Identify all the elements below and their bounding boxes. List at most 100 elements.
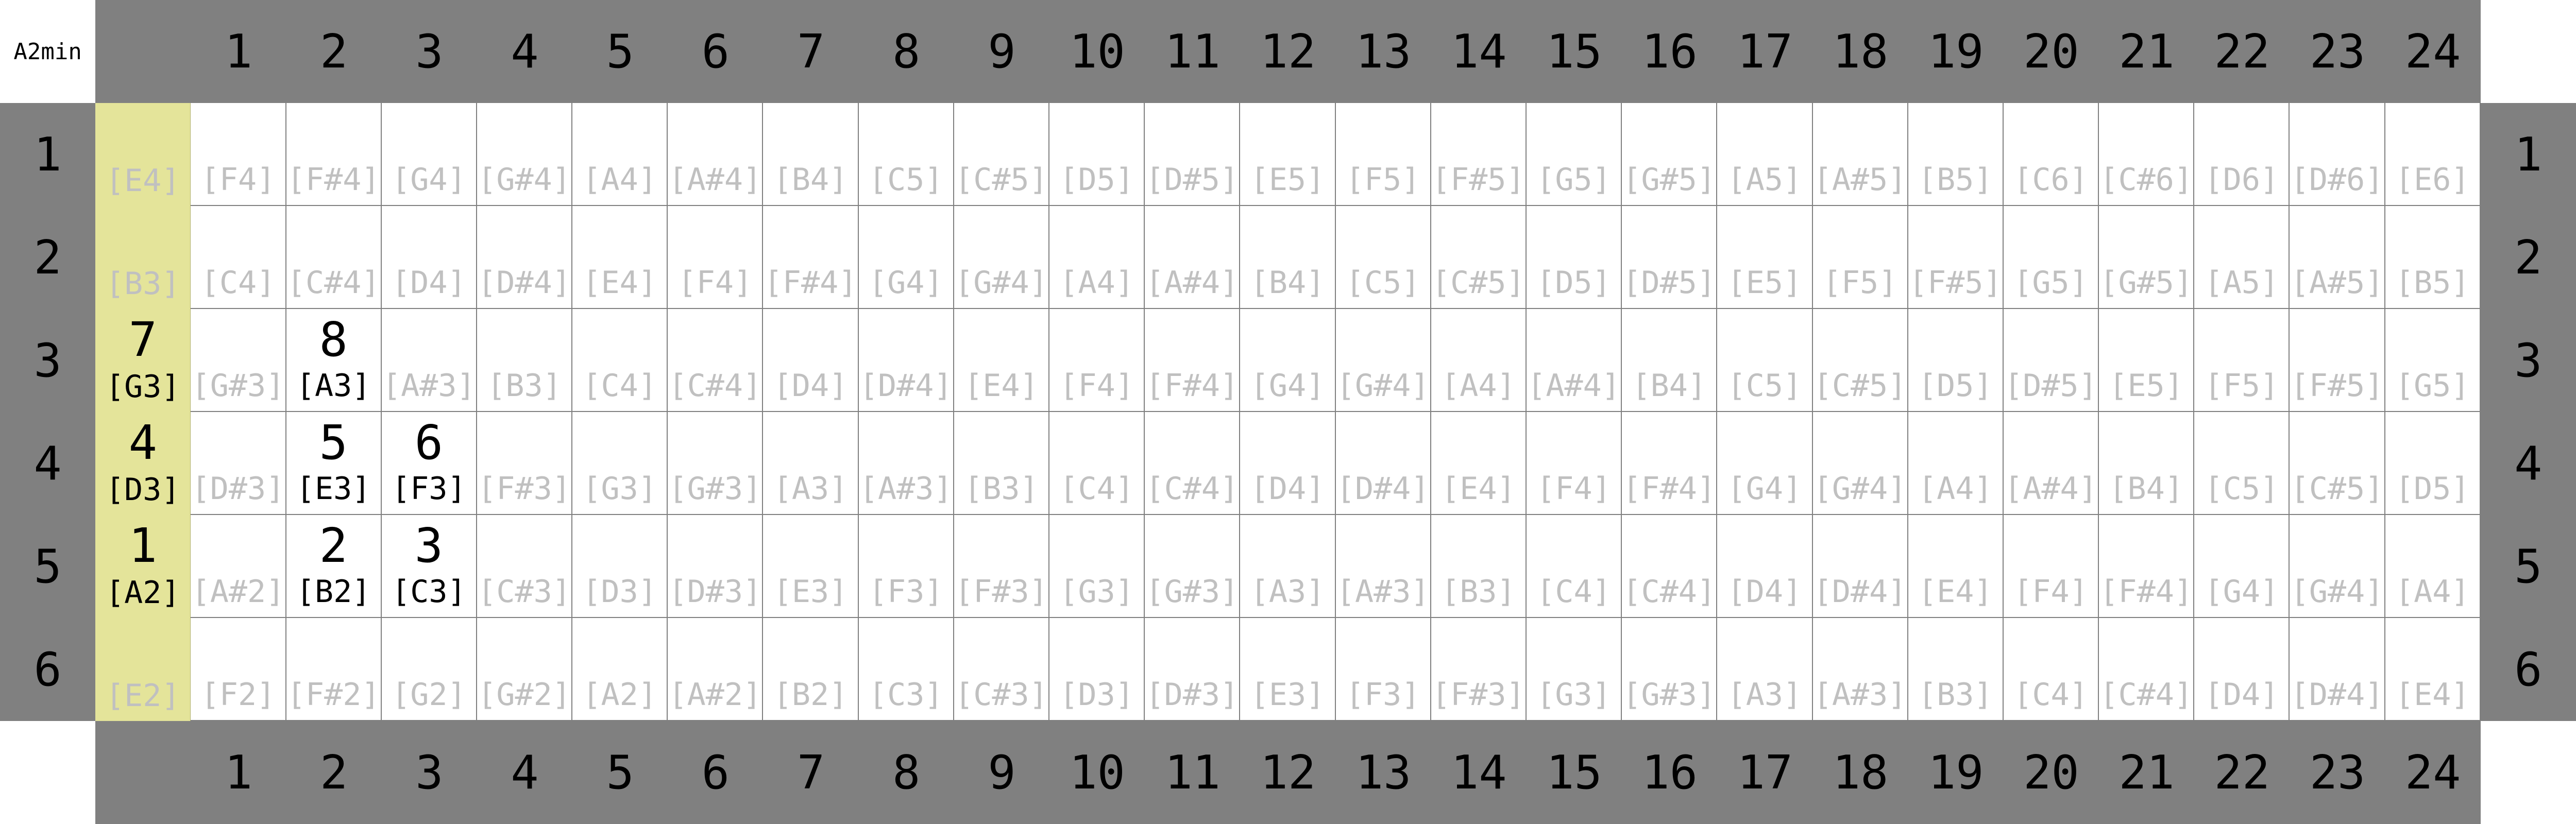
fret-cell[interactable]: [F#5] <box>2290 309 2385 412</box>
fret-cell[interactable]: [D4] <box>1717 515 1813 618</box>
fret-cell[interactable]: [G5] <box>1526 103 1622 206</box>
fret-cell[interactable]: [C5] <box>858 103 954 206</box>
fret-cell[interactable]: [G#5] <box>1622 103 1718 206</box>
fret-cell[interactable]: [D#5] <box>1145 103 1241 206</box>
fret-cell[interactable]: [F#3] <box>477 412 573 515</box>
fret-cell[interactable]: [A5] <box>1717 103 1813 206</box>
fret-cell[interactable]: [E4] <box>1908 515 2004 618</box>
fret-cell[interactable]: [E2] <box>95 618 191 721</box>
fret-cell[interactable]: [E4] <box>954 309 1050 412</box>
fret-cell[interactable]: [G2] <box>381 618 477 721</box>
fret-cell[interactable]: [D5] <box>1049 103 1145 206</box>
fret-cell[interactable]: [C4] <box>191 206 286 309</box>
fret-cell[interactable]: [C#4] <box>1622 515 1718 618</box>
fret-cell[interactable]: [C#5] <box>954 103 1050 206</box>
fret-cell[interactable]: [D#3] <box>1145 618 1241 721</box>
fret-cell[interactable]: [A2] <box>572 618 668 721</box>
fret-cell[interactable]: [A4] <box>1049 206 1145 309</box>
fret-cell[interactable]: [A#3] <box>1335 515 1431 618</box>
fret-cell[interactable]: [F3] <box>1335 618 1431 721</box>
fret-cell[interactable]: [C#5] <box>1812 309 1908 412</box>
fret-cell[interactable]: [B4] <box>2099 412 2195 515</box>
fret-cell[interactable]: [F4] <box>668 206 764 309</box>
fret-cell[interactable]: [G#4] <box>954 206 1050 309</box>
fret-cell[interactable]: [F#4] <box>2099 515 2195 618</box>
fret-cell[interactable]: [A4] <box>1908 412 2004 515</box>
fret-cell[interactable]: [A4] <box>572 103 668 206</box>
fret-cell[interactable]: [C5] <box>1717 309 1813 412</box>
fret-cell[interactable]: [A3] <box>1717 618 1813 721</box>
fret-cell[interactable]: [A#3] <box>381 309 477 412</box>
fret-cell[interactable]: [E3] <box>763 515 859 618</box>
fret-cell[interactable]: [G#5] <box>2099 206 2195 309</box>
fret-cell[interactable]: [F#3] <box>1431 618 1527 721</box>
fret-cell[interactable]: [G5] <box>2003 206 2099 309</box>
fret-cell[interactable]: [C#3] <box>954 618 1050 721</box>
fret-cell[interactable]: [A4] <box>1431 309 1527 412</box>
fret-cell[interactable]: [C#4] <box>286 206 382 309</box>
fret-cell[interactable]: [F#5] <box>1908 206 2004 309</box>
fret-cell[interactable]: [D#4] <box>1812 515 1908 618</box>
fret-cell[interactable]: [F#4] <box>286 103 382 206</box>
fret-cell[interactable]: [D3] <box>1049 618 1145 721</box>
fret-cell[interactable]: [D#6] <box>2290 103 2385 206</box>
fret-cell[interactable]: [D#4] <box>1335 412 1431 515</box>
fret-cell[interactable]: [E5] <box>1240 103 1336 206</box>
fret-cell[interactable]: [D6] <box>2194 103 2290 206</box>
fret-cell[interactable]: [E6] <box>2385 103 2481 206</box>
fret-cell[interactable]: [E4] <box>572 206 668 309</box>
fret-cell[interactable]: [F2] <box>191 618 286 721</box>
fret-cell[interactable]: [G#4] <box>1812 412 1908 515</box>
fret-cell[interactable]: [B4] <box>1240 206 1336 309</box>
fret-cell[interactable]: 5 [E3] <box>286 412 382 515</box>
fret-cell[interactable]: [F5] <box>2194 309 2290 412</box>
fret-cell[interactable]: [A#4] <box>668 103 764 206</box>
fret-cell[interactable]: [A#4] <box>1145 206 1241 309</box>
fret-cell[interactable]: [G3] <box>1526 618 1622 721</box>
fret-cell[interactable]: [C3] <box>858 618 954 721</box>
fret-cell[interactable]: [G#3] <box>191 309 286 412</box>
fret-cell[interactable]: [C4] <box>1526 515 1622 618</box>
fret-cell[interactable]: [G3] <box>572 412 668 515</box>
fret-cell[interactable]: [F#4] <box>1145 309 1241 412</box>
fret-cell[interactable]: [D#3] <box>668 515 764 618</box>
fret-cell[interactable]: [G#4] <box>2290 515 2385 618</box>
fret-cell[interactable]: [G#4] <box>477 103 573 206</box>
fret-cell[interactable]: [B3] <box>95 206 191 309</box>
fret-cell[interactable]: [A#4] <box>2003 412 2099 515</box>
fret-cell[interactable]: [F#2] <box>286 618 382 721</box>
fret-cell[interactable]: [G4] <box>381 103 477 206</box>
fret-cell[interactable]: [A3] <box>1240 515 1336 618</box>
fret-cell[interactable]: [G5] <box>2385 309 2481 412</box>
fret-cell[interactable]: [C#6] <box>2099 103 2195 206</box>
fret-cell[interactable]: [B5] <box>2385 206 2481 309</box>
fret-cell[interactable]: [D3] <box>572 515 668 618</box>
fret-cell[interactable]: 4 [D3] <box>95 412 191 515</box>
fret-cell[interactable]: [C4] <box>2003 618 2099 721</box>
fret-cell[interactable]: [D#4] <box>477 206 573 309</box>
fret-cell[interactable]: 2 [B2] <box>286 515 382 618</box>
fret-cell[interactable]: [A5] <box>2194 206 2290 309</box>
fret-cell[interactable]: [D#3] <box>191 412 286 515</box>
fret-cell[interactable]: [A#5] <box>1812 103 1908 206</box>
fret-cell[interactable]: [D4] <box>2194 618 2290 721</box>
fret-cell[interactable]: [F#4] <box>763 206 859 309</box>
fret-cell[interactable]: [E4] <box>1431 412 1527 515</box>
fret-cell[interactable]: [B4] <box>763 103 859 206</box>
fret-cell[interactable]: [A#2] <box>668 618 764 721</box>
fret-cell[interactable]: [D#4] <box>858 309 954 412</box>
fret-cell[interactable]: [B2] <box>763 618 859 721</box>
fret-cell[interactable]: [A#4] <box>1526 309 1622 412</box>
fret-cell[interactable]: [C#5] <box>1431 206 1527 309</box>
fret-cell[interactable]: [C6] <box>2003 103 2099 206</box>
fret-cell[interactable]: [E5] <box>1717 206 1813 309</box>
fret-cell[interactable]: [A3] <box>763 412 859 515</box>
fret-cell[interactable]: 7 [G3] <box>95 309 191 412</box>
fret-cell[interactable]: 8 [A3] <box>286 309 382 412</box>
fret-cell[interactable]: [G#3] <box>668 412 764 515</box>
fret-cell[interactable]: [B5] <box>1908 103 2004 206</box>
fret-cell[interactable]: [G4] <box>858 206 954 309</box>
fret-cell[interactable]: [F4] <box>2003 515 2099 618</box>
fret-cell[interactable]: [A#3] <box>1812 618 1908 721</box>
fret-cell[interactable]: [G#3] <box>1622 618 1718 721</box>
